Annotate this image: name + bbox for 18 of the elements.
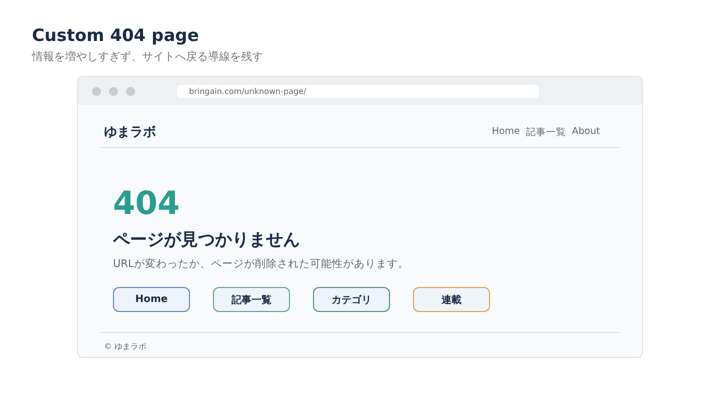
nav-link[interactable]: 記事一覧 xyxy=(526,126,566,138)
slide-title: Custom 404 page xyxy=(32,26,200,46)
window-dot-icon xyxy=(92,86,101,96)
nav-button[interactable]: 連載 xyxy=(413,287,490,312)
nav-button[interactable]: 記事一覧 xyxy=(213,287,290,312)
address-bar[interactable]: bringain.com/unknown-page/ xyxy=(177,84,539,98)
site-logo: ゆまラボ xyxy=(104,124,156,141)
error-code: 404 xyxy=(113,184,181,222)
nav-button[interactable]: Home xyxy=(113,287,190,312)
window-dot-icon xyxy=(126,86,135,96)
nav-link[interactable]: About xyxy=(572,126,600,138)
slide-subtitle: 情報を増やしすぎず、サイトへ戻る導線を残す xyxy=(32,49,264,64)
window-dot-icon xyxy=(109,86,118,96)
error-message: URLが変わったか、ページが削除された可能性があります。 xyxy=(113,257,410,271)
footer-copyright: © ゆまラボ xyxy=(100,332,620,357)
error-heading: ページが見つかりません xyxy=(113,229,301,251)
nav-link[interactable]: Home xyxy=(492,126,520,138)
nav-button[interactable]: カテゴリ xyxy=(313,287,390,312)
